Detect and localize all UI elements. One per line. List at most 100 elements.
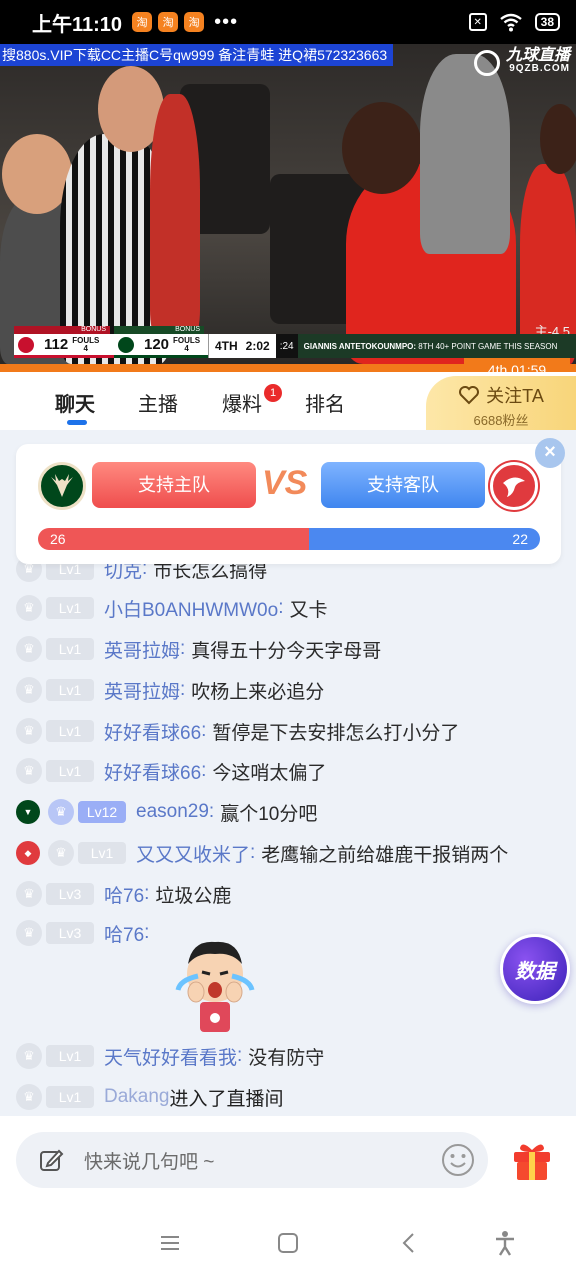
level-badge: Lv1 (46, 760, 94, 782)
follow-row: 关注TA (426, 382, 576, 408)
ad-ticker[interactable]: 搜880s.VIP下载CC主播C号qw999 备注青蛙 进Q裙572323663 (0, 44, 394, 66)
chat-message: ♛ Lv1 小白B0ANHWMW0o: 又卡 (16, 593, 327, 623)
edit-icon (40, 1149, 64, 1171)
tab-chat[interactable]: 聊天 (55, 388, 95, 417)
chat-text: 今这哨太偏了 (212, 762, 327, 784)
level-badge: Lv3 (46, 922, 94, 944)
chat-username[interactable]: 好好看球66 (104, 758, 201, 785)
level-badge: Lv1 (46, 720, 94, 742)
tab-host[interactable]: 主播 (138, 388, 178, 417)
vs-label: VS (262, 464, 307, 503)
accessibility-icon[interactable] (490, 1228, 520, 1258)
deer-icon (51, 474, 73, 497)
chat-text: 垃圾公鹿 (155, 885, 232, 907)
follow-button[interactable]: 关注TA 6688粉丝 (426, 376, 576, 430)
chat-username[interactable]: 英哥拉姆 (104, 677, 180, 704)
chat-text: 没有防守 (248, 1047, 325, 1069)
away-fouls-count: 4 (83, 343, 88, 353)
crown-icon: ♛ (16, 1084, 42, 1110)
game-clock-video: 2:02 (245, 339, 270, 353)
colon: : (180, 679, 186, 700)
colon: : (237, 1045, 243, 1066)
hawks-fan-icon: ◆ (16, 841, 40, 865)
chat-message: ♛ Lv1 英哥拉姆: 吹杨上来必追分 (16, 675, 324, 705)
level-badge: Lv1 (46, 1045, 94, 1067)
chat-username[interactable]: 哈76 (104, 920, 144, 947)
bucks-logo-icon (118, 336, 134, 353)
support-home-button[interactable]: 支持主队 (92, 462, 256, 508)
watermark-url: 9QZB.COM (509, 63, 570, 74)
chat-input[interactable]: 快来说几句吧 ~ (16, 1132, 488, 1188)
vote-card: × 支持主队 VS 支持客队 26 22 (16, 438, 565, 564)
bucks-logo-icon (38, 462, 86, 510)
smile-icon[interactable] (440, 1142, 476, 1178)
colon: : (201, 760, 207, 781)
data-stats-button[interactable]: 数据 (500, 934, 570, 1004)
crown-icon: ♛ (16, 636, 42, 662)
home-icon[interactable] (273, 1228, 303, 1258)
home-vote-bar: 26 (38, 528, 310, 550)
tab-news[interactable]: 爆料 (222, 388, 262, 417)
wifi-icon (499, 13, 522, 32)
level-badge: Lv1 (46, 679, 94, 701)
chat-text: 真得五十分今天字母哥 (191, 640, 382, 662)
away-score: 112 (44, 336, 69, 353)
chat-username[interactable]: 又又又收米了 (136, 840, 250, 867)
chat-text: 吹杨上来必追分 (191, 681, 325, 703)
colon: : (144, 922, 150, 943)
away-fouls: FOULS 4 (72, 336, 99, 353)
menu-icon[interactable] (155, 1228, 185, 1258)
chat-message: ▼ ♛ Lv12 eason29: 赢个10分吧 (16, 797, 317, 827)
home-bonus: BONUS (114, 326, 204, 334)
taobao-app-icon: 淘 (132, 12, 153, 32)
level-badge: Lv1 (46, 638, 94, 660)
active-tab-indicator (67, 420, 87, 425)
level-badge: Lv3 (46, 883, 94, 905)
scorebug: 112 FOULS 4 120 FOULS 4 4TH 2:02 :24 GIANN… (14, 334, 576, 358)
chat-username[interactable]: 小白B0ANHWMW0o (104, 595, 278, 622)
chat-username[interactable]: eason29 (136, 801, 209, 823)
colon: : (250, 842, 256, 863)
close-icon[interactable]: × (535, 438, 565, 468)
chat-username[interactable]: Dakang (104, 1086, 170, 1108)
period: 4TH (215, 339, 238, 353)
hawks-logo-icon (18, 336, 34, 353)
live-video-player[interactable]: 搜880s.VIP下载CC主播C号qw999 备注青蛙 进Q裙572323663… (0, 44, 576, 364)
tab-ranking[interactable]: 排名 (305, 388, 345, 417)
chat-message: ◆ ♛ Lv1 又又又收米了: 老鹰输之前给雄鹿干报销两个 (16, 838, 508, 868)
vs-text: VS (262, 464, 308, 502)
input-area: 快来说几句吧 ~ (0, 1116, 576, 1206)
chat-username[interactable]: 英哥拉姆 (104, 636, 180, 663)
gift-icon[interactable] (510, 1140, 554, 1182)
period-clock: 4TH 2:02 (208, 334, 276, 358)
level-badge: Lv1 (78, 842, 126, 864)
away-score-box: 112 FOULS 4 (14, 334, 114, 358)
chat-username[interactable]: 天气好好看看我 (104, 1043, 237, 1070)
crown-icon: ♛ (16, 1043, 42, 1069)
home-votes: 26 (50, 531, 66, 547)
chat-username[interactable]: 好好看球66 (104, 718, 201, 745)
support-away-button[interactable]: 支持客队 (321, 462, 485, 508)
chat-area[interactable]: × 支持主队 VS 支持客队 26 22 ♛ Lv1 切克: 市长怎么搞得 ♛ … (0, 430, 576, 1116)
level-badge: Lv1 (46, 1086, 94, 1108)
news-badge: 1 (264, 384, 282, 402)
sim-icon: ✕ (468, 13, 487, 31)
hawks-logo-icon (490, 462, 538, 510)
follow-label: 关注TA (486, 386, 544, 406)
chat-text: 暂停是下去安排怎么打小分了 (212, 722, 460, 744)
back-icon[interactable] (394, 1228, 424, 1258)
video-person-head (342, 102, 422, 194)
watermark-title: 九球直播 (505, 47, 570, 64)
chat-username[interactable]: 哈76 (104, 881, 144, 908)
crown-icon: ♛ (16, 920, 42, 946)
system-text: 进入了直播间 (169, 1088, 284, 1110)
away-bonus: BONUS (14, 326, 110, 334)
level-badge: Lv12 (78, 801, 126, 823)
taobao-app-icon: 淘 (184, 12, 205, 32)
battery-icon: 38 (534, 13, 560, 31)
colon: : (180, 638, 186, 659)
home-fouls: FOULS 4 (173, 336, 200, 353)
chat-message: ♛ Lv1 英哥拉姆: 真得五十分今天字母哥 (16, 634, 381, 664)
note-text: 8TH 40+ POINT GAME THIS SEASON (418, 341, 558, 351)
chat-message: ♛ Lv1 好好看球66: 今这哨太偏了 (16, 756, 326, 786)
